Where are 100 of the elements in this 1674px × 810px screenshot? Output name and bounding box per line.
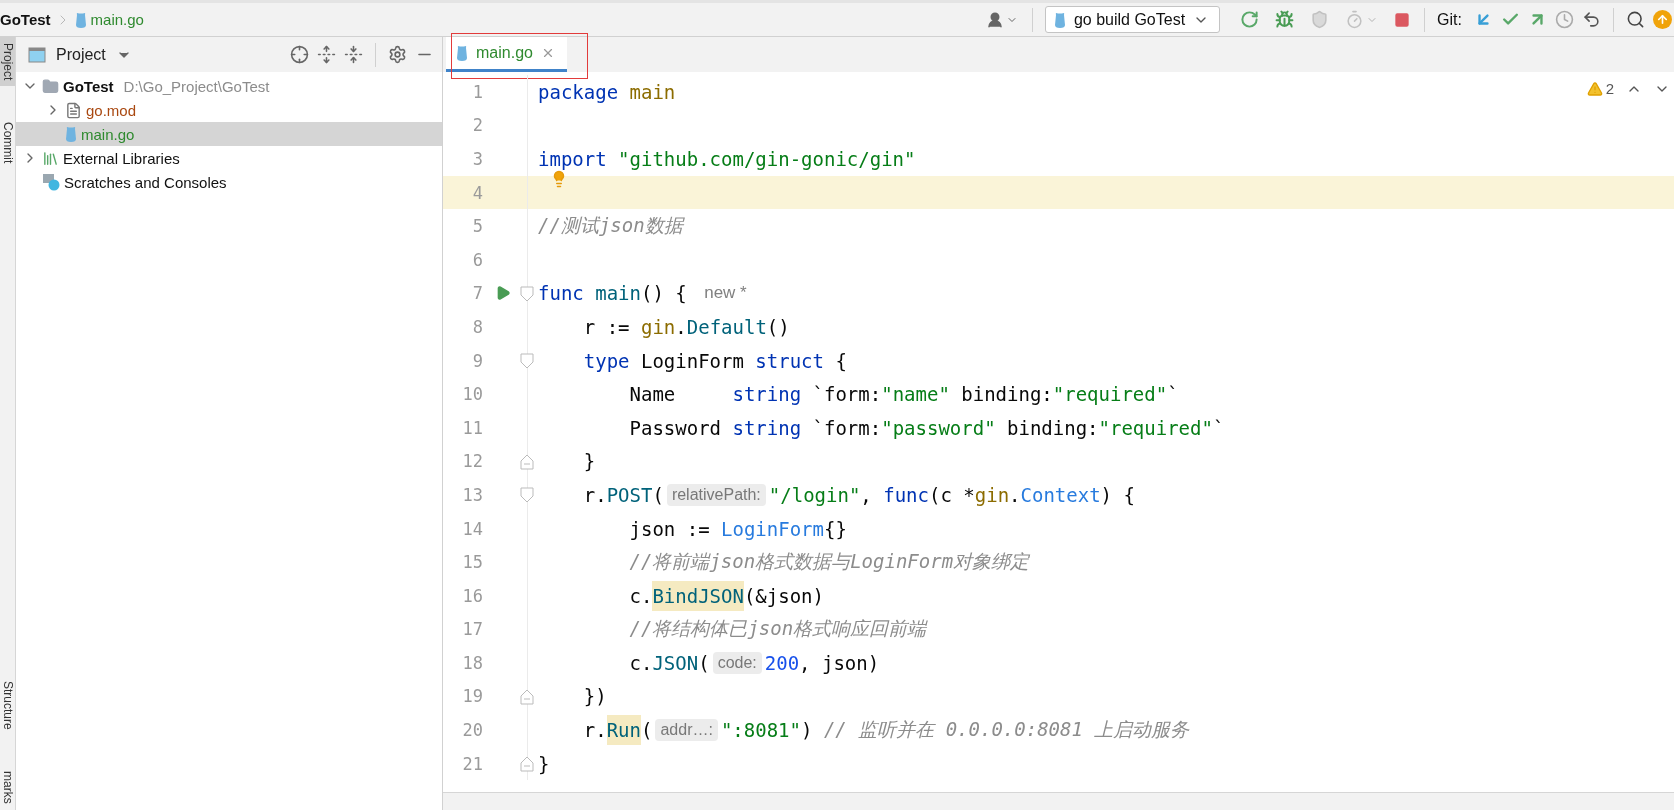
function-name: JSON [652, 651, 699, 674]
inlay-hint: relativePath: [666, 483, 766, 506]
code-text: (&json) [743, 584, 824, 607]
warning-count[interactable]: 2 [1586, 80, 1614, 97]
highlighted-identifier: Run [606, 715, 641, 746]
code-text: (c * [929, 483, 975, 506]
string-literal: "required" [1098, 416, 1213, 439]
type-name: LoginForm [721, 517, 824, 540]
side-tab[interactable]: marks [0, 765, 15, 810]
breadcrumb-project[interactable]: GoTest [0, 11, 51, 28]
tree-row[interactable]: External Libraries [16, 146, 442, 170]
code-text: c. [629, 651, 653, 674]
locate-icon[interactable] [290, 45, 309, 64]
line-number: 6 [471, 249, 483, 270]
breadcrumb-file[interactable]: main.go [90, 11, 144, 28]
keyword: func [538, 282, 585, 305]
folder-icon [42, 77, 59, 95]
tree-path: D:\Go_Project\GoTest [123, 77, 270, 95]
code-text: ( [698, 651, 710, 674]
project-view-dropdown[interactable]: Project [28, 45, 132, 64]
collapse-all-icon[interactable] [344, 45, 363, 64]
tree-row[interactable]: go.mod [16, 98, 442, 122]
side-tab[interactable]: Commit [0, 116, 15, 170]
code-text: ( [641, 719, 653, 742]
line-number: 5 [471, 216, 483, 237]
undo-icon[interactable] [1582, 10, 1601, 29]
tree-label: External Libraries [63, 149, 180, 167]
code-text: } [583, 450, 596, 473]
tree-row[interactable]: GoTest D:\Go_Project\GoTest [16, 74, 442, 98]
tree-row[interactable]: Scratches and Consoles [16, 170, 442, 194]
type-name: Context [1020, 483, 1101, 506]
code-text: r := [583, 315, 631, 338]
package-name: gin [974, 483, 1010, 506]
code-text: { [834, 349, 847, 372]
line-number: 10 [461, 384, 483, 405]
code-comment: //测试json数据 [538, 213, 683, 239]
run-config-dropdown[interactable]: go build GoTest [1044, 6, 1221, 33]
package-name: gin [640, 315, 676, 338]
fold-marker-icon[interactable] [520, 755, 534, 772]
keyword: struct [755, 349, 824, 372]
number-literal: 200 [764, 651, 800, 674]
code-text: {} [824, 517, 847, 540]
fold-marker-icon[interactable] [520, 688, 534, 705]
line-number: 3 [471, 149, 483, 169]
line-number: 2 [471, 115, 483, 136]
line-number: 19 [461, 686, 483, 707]
expand-all-icon[interactable] [317, 45, 336, 64]
user-icon [985, 10, 1004, 29]
string-literal: "required" [1052, 383, 1168, 406]
file-icon [74, 11, 87, 28]
code-text: ) { [1100, 483, 1135, 506]
code-text: Password [629, 416, 723, 439]
line-number: 21 [461, 753, 483, 774]
line-number: 14 [461, 518, 483, 539]
keyword: package [538, 80, 620, 103]
code-text: `form: [811, 383, 882, 406]
function-name: POST [606, 483, 653, 506]
line-number: 18 [461, 652, 483, 673]
run-icon[interactable] [495, 285, 511, 302]
string-literal: "password" [881, 416, 996, 439]
tree-label: GoTest [63, 77, 114, 95]
string-literal: "/login" [768, 483, 861, 506]
string-literal: "name" [881, 383, 950, 406]
line-number: 8 [471, 316, 483, 337]
settings-icon[interactable] [388, 45, 407, 64]
code-comment: //将前端json格式数据与LoginForm对象绑定 [629, 549, 1030, 575]
file-icon [1053, 11, 1066, 28]
code-text: r. [583, 483, 607, 506]
side-tab[interactable]: Project [0, 37, 15, 87]
code-comment: // 监听并在 0.0.0.0:8081 上启动服务 [823, 717, 1190, 743]
code-text: }) [583, 685, 607, 708]
code-text: ) [801, 719, 814, 742]
clock-icon[interactable] [1555, 10, 1574, 29]
update-badge-icon[interactable] [1653, 10, 1672, 29]
fold-marker-icon[interactable] [520, 487, 534, 504]
search-icon[interactable] [1626, 10, 1645, 29]
fold-marker-icon[interactable] [520, 352, 534, 369]
author-hint: new * [704, 283, 747, 304]
highlighted-identifier: BindJSON [652, 580, 744, 611]
fold-marker-icon[interactable] [520, 453, 534, 470]
code-text: Name [629, 383, 677, 406]
editor-tab[interactable]: main.go [446, 37, 567, 72]
code-text: binding: [960, 383, 1053, 406]
line-number: 15 [461, 552, 483, 573]
keyword: type [583, 349, 631, 372]
line-number: 1 [471, 81, 483, 102]
line-number: 13 [461, 484, 483, 505]
code-text: } [538, 752, 550, 775]
function-name: Default [686, 315, 767, 338]
library-icon [42, 149, 59, 167]
fold-marker-icon[interactable] [520, 285, 534, 302]
string-literal: ":8081" [720, 719, 801, 742]
line-number: 12 [461, 451, 483, 472]
code-text: () { [640, 282, 688, 305]
code-text: ` [1212, 416, 1225, 439]
line-number: 9 [471, 350, 483, 371]
file-icon [65, 101, 82, 119]
code-text: . [675, 315, 687, 338]
function-name: main [595, 282, 641, 305]
side-tab[interactable]: Structure [0, 674, 15, 736]
